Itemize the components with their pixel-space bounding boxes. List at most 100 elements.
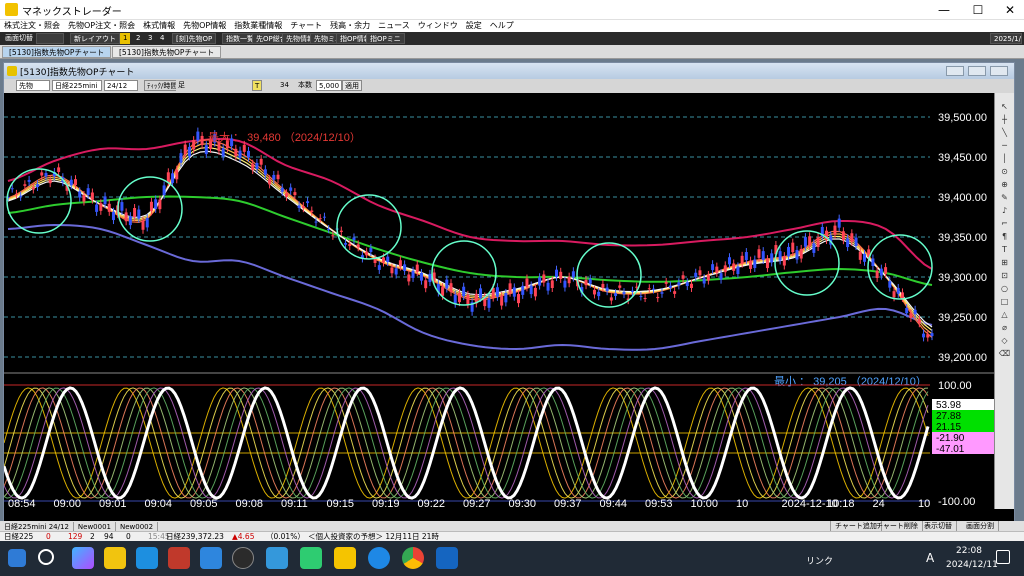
candle-body [896,287,900,294]
menu-item-4[interactable]: 指数業種情報 [230,20,286,32]
menu-item-10[interactable]: ヘルプ [486,20,518,32]
menu-item-9[interactable]: 設定 [462,20,486,32]
main-toolbar: 画面切替 新レイアウト 1 2 3 4 [刻]先物OP 指数一覧 先OP総合 先… [0,32,1024,45]
chrome-icon[interactable] [402,547,424,569]
start-icon[interactable] [8,549,26,567]
page-4-button[interactable]: 4 [157,33,167,44]
chart-minimize-icon[interactable] [946,66,964,76]
tool-icon-0[interactable]: ↖ [998,101,1011,112]
copilot-icon[interactable] [72,547,94,569]
menu-item-6[interactable]: 残高・余力 [326,20,374,32]
tool-icon-15[interactable]: □ [998,296,1011,307]
menu-item-7[interactable]: ニュース [374,20,414,32]
edge-icon[interactable] [368,547,390,569]
chart-close-icon[interactable] [990,66,1008,76]
menu-item-0[interactable]: 株式注文・照会 [0,20,64,32]
menu-item-2[interactable]: 株式情報 [139,20,179,32]
app-blue2-icon[interactable] [200,547,222,569]
page-1-button[interactable]: 1 [120,33,131,44]
tool-icon-5[interactable]: ⊙ [998,166,1011,177]
tool-icon-17[interactable]: ⌀ [998,322,1011,333]
toggle-display-button[interactable]: 表示切替 [920,521,957,531]
tool-icon-2[interactable]: ╲ [998,127,1011,138]
count-field[interactable]: 5,000 [316,80,343,91]
tool-icon-18[interactable]: ◇ [998,335,1011,346]
tool-icon-7[interactable]: ✎ [998,192,1011,203]
chart-plot[interactable]: 39,500.00 39,450.00 39,400.00 39,350.00 39,3… [4,93,994,509]
mode-button[interactable]: ﾃｨｯｸ/時間 [144,80,181,91]
app-dark-icon[interactable] [232,547,254,569]
tool-icon-6[interactable]: ⊕ [998,179,1011,190]
candle-body [871,258,875,267]
month-select[interactable]: 24/12 [104,80,138,91]
tray-link-label[interactable]: リンク [806,554,833,567]
tab-chart-2[interactable]: [5130]指数先物OPチャート [112,46,222,58]
tool-icon-9[interactable]: ⌐ [998,218,1011,229]
app-blue-icon[interactable] [136,547,158,569]
tool-icon-4[interactable]: │ [998,153,1011,164]
candle-body [263,169,267,175]
tool-icon-13[interactable]: ⊡ [998,270,1011,281]
tool-icon-16[interactable]: △ [998,309,1011,320]
page-3-button[interactable]: 3 [145,33,155,44]
candle-body [234,148,238,157]
title-bar: マネックストレーダー — ☐ ✕ [0,0,1024,20]
chart-restore-icon[interactable] [968,66,986,76]
candle-body [19,195,23,197]
candle-body [500,296,504,306]
tab-chart-1[interactable]: [5130]指数先物OPチャート [2,46,112,58]
monex-trader-icon[interactable] [334,547,356,569]
layout-select[interactable]: 新レイアウト [70,33,120,44]
tool-icon-10[interactable]: ¶ [998,231,1011,242]
candle-body [10,188,14,190]
toolbar-item-futures-op[interactable]: [刻]先物OP [172,33,217,44]
split-screen-button[interactable]: 画面分割 [962,521,999,531]
series-short-ma-2 [7,146,933,331]
candle-body [740,255,744,264]
candle-body [200,135,204,145]
tool-icon-1[interactable]: ┼ [998,114,1011,125]
tray-time[interactable]: 22:08 [956,546,982,556]
highlight-circle-4[interactable] [576,242,642,308]
app-photos-icon[interactable] [436,547,458,569]
highlight-circle-0[interactable] [6,168,72,234]
chart-app-icon [7,66,17,76]
close-button[interactable]: ✕ [990,0,1024,20]
apply-button[interactable]: 適用 [342,80,362,91]
screen-switch-button[interactable]: 画面切替 [2,33,36,44]
candle-body [656,296,660,299]
tool-icon-19[interactable]: ⌫ [998,348,1011,359]
menu-item-8[interactable]: ウィンドウ [414,20,462,32]
candle-body [428,273,432,283]
candle-body [622,292,626,295]
delete-chart-button[interactable]: チャート削除 [872,521,923,531]
app-light-icon[interactable] [266,547,288,569]
tray-date[interactable]: 2024/12/11 [946,560,998,570]
app-green-icon[interactable] [300,547,322,569]
date-field[interactable]: 2025/1/... [990,33,1022,44]
candle-body [268,179,272,185]
search-icon[interactable] [38,549,54,565]
candle-body [356,244,360,248]
highlight-circle-2[interactable] [336,194,402,260]
file-explorer-icon[interactable] [104,547,126,569]
notification-icon[interactable] [996,550,1010,564]
menu-item-5[interactable]: チャート [286,20,326,32]
product-select[interactable]: 日経225mini [52,80,102,91]
candle-body [365,251,369,256]
layout-select-a[interactable] [36,33,64,44]
tool-icon-3[interactable]: ─ [998,140,1011,151]
kind-select[interactable]: 先物 [16,80,50,91]
menu-item-1[interactable]: 先物OP注文・照会 [64,20,139,32]
ime-indicator[interactable]: A [926,551,934,565]
unit-button[interactable]: T [252,80,263,91]
toolbar-item-index-op-mini[interactable]: 指OPミニ [366,33,405,44]
tool-icon-12[interactable]: ⊞ [998,257,1011,268]
tool-icon-14[interactable]: ○ [998,283,1011,294]
osc-value-0: 53.98 [936,400,961,411]
tool-icon-8[interactable]: ♪ [998,205,1011,216]
menu-item-3[interactable]: 先物OP情報 [179,20,230,32]
app-red-icon[interactable] [168,547,190,569]
page-2-button[interactable]: 2 [133,33,143,44]
tool-icon-11[interactable]: T [998,244,1011,255]
